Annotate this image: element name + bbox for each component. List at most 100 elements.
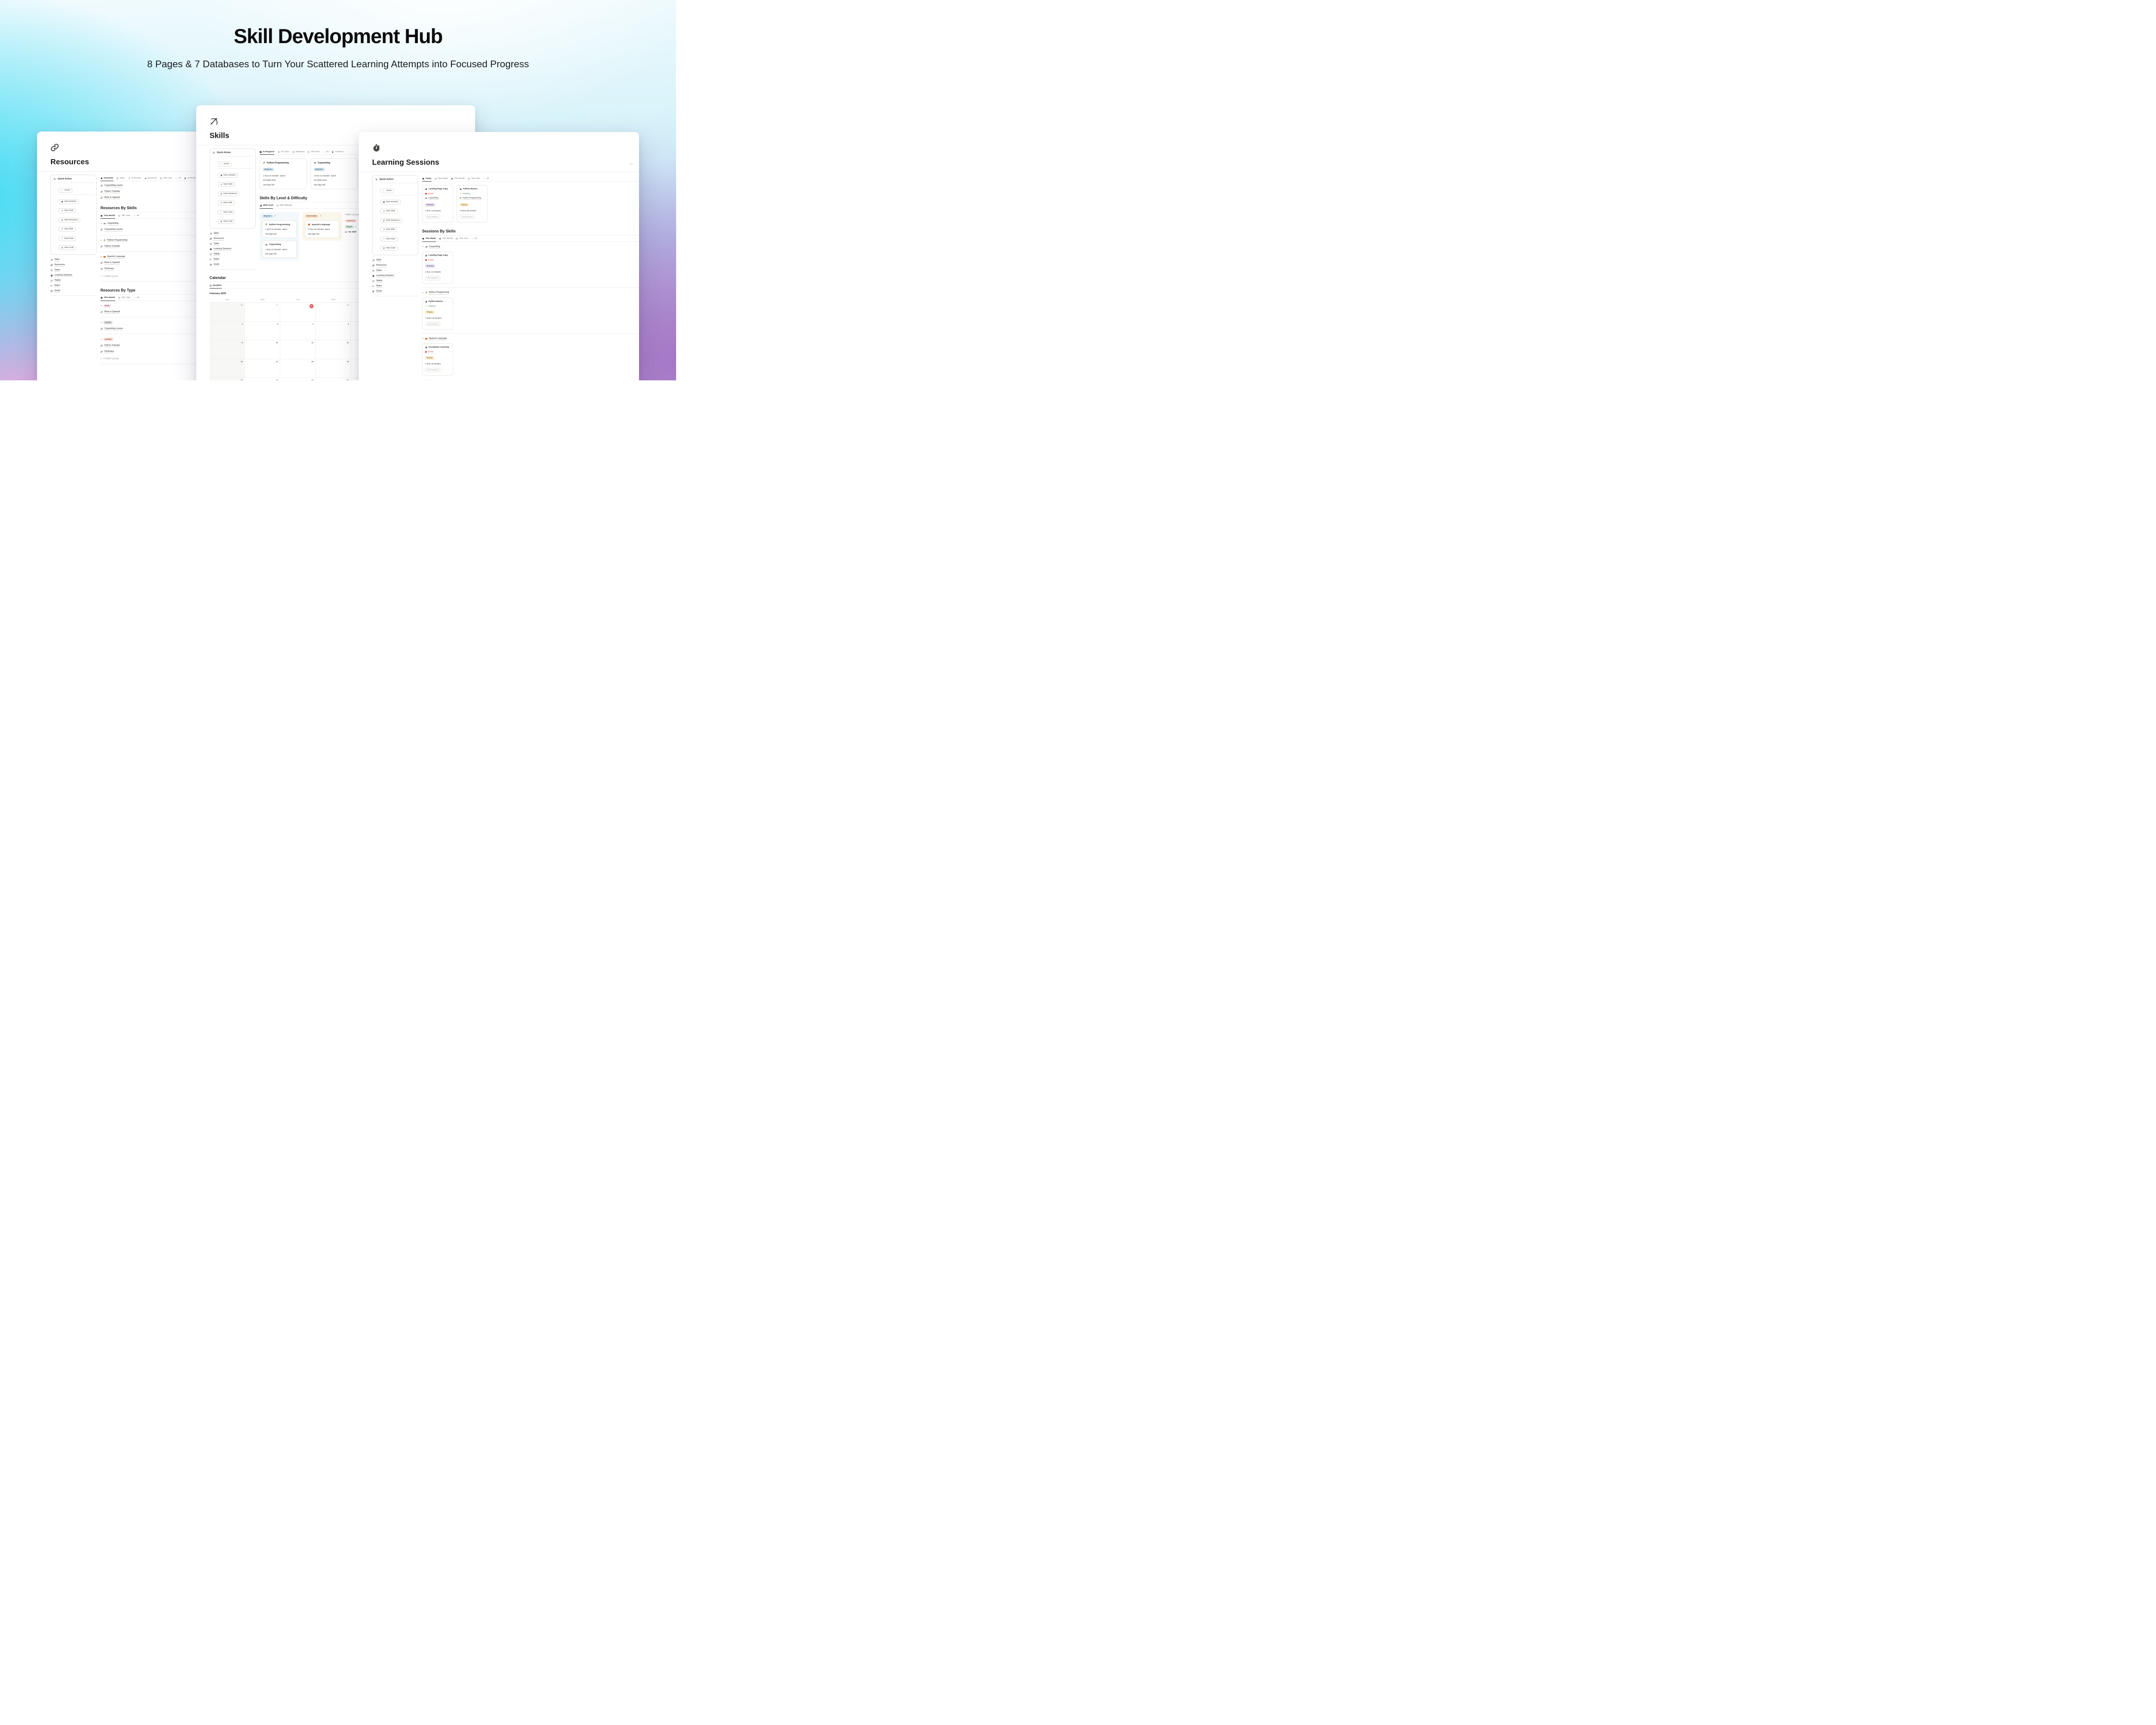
tab-to-learn[interactable]: To Learn (278, 151, 289, 155)
sidebar-item-tasks[interactable]: Tasks (210, 242, 256, 246)
minus-icon[interactable] (630, 160, 633, 164)
calendar-cell[interactable]: 17 (245, 359, 280, 378)
end-session-button[interactable]: End Session (425, 367, 441, 372)
group-header-python[interactable]: Python Programming (422, 291, 639, 295)
calendar-cell[interactable]: 4 (280, 321, 316, 341)
end-session-button[interactable]: End Session (425, 214, 441, 219)
tab-skill-level[interactable]: Skill Level (260, 204, 273, 209)
session-card-vocabulary[interactable]: Vocabulary Learning Ended Theory 1 hour … (422, 343, 453, 376)
tab-this-year[interactable]: This Year (160, 177, 172, 182)
sidebar-item-tasks[interactable]: Tasks (50, 269, 97, 272)
sidebar-item-skills[interactable]: Skills (210, 232, 256, 235)
new-skill-button[interactable]: New Skill (59, 227, 75, 232)
end-session-button[interactable]: End Session (460, 214, 475, 219)
tab-this-month[interactable]: This Month (439, 238, 453, 242)
sidebar-item-tasks[interactable]: Tasks (372, 269, 418, 273)
sidebar-item-learning-sessions[interactable]: Learning Sessions (210, 248, 256, 251)
new-note-button[interactable]: New Note (59, 236, 76, 241)
session-card-landing-page[interactable]: Landing Page Copy Ended Copywriting Prac… (422, 185, 453, 223)
sidebar-item-habits[interactable]: Habits (372, 279, 418, 283)
calendar-cell[interactable]: 12 (316, 340, 351, 359)
new-task-button[interactable]: New Task (59, 208, 76, 213)
tab-this-week[interactable]: This Week (435, 177, 448, 182)
new-session-button[interactable]: New Session (218, 172, 238, 178)
calendar-cell[interactable]: 3 (245, 321, 280, 341)
skill-card-spanish[interactable]: Spanish Language 1 hour 15 minutes spent … (305, 220, 339, 238)
calendar-cell[interactable]: 25 (280, 378, 316, 380)
new-note-button[interactable]: New Note (218, 210, 235, 215)
skill-card-python[interactable]: Python Programming 1 hour 24 minutes spen… (262, 220, 297, 238)
sidebar-item-goals[interactable]: Goals (210, 263, 256, 267)
tab-skill-difficulty[interactable]: Skill Difficulty (276, 204, 292, 209)
new-resource-button[interactable]: New Resource (218, 191, 240, 196)
skill-card-copywriting[interactable]: Copywriting Beginner 1 hour 13 minutes sp… (310, 158, 358, 189)
tab-this-year[interactable]: This Year (307, 151, 320, 155)
tab-in-progress[interactable]: In Progress (260, 151, 275, 155)
skill-link[interactable]: Copywriting (425, 197, 450, 200)
tab-all[interactable]: All (133, 297, 139, 301)
hidden-group-master[interactable]: Master 0 (345, 225, 356, 229)
home-button[interactable]: Home (59, 188, 72, 193)
end-session-button[interactable]: End Session (425, 276, 441, 280)
tab-favourite[interactable]: Favourite (100, 177, 113, 181)
tab-to-review[interactable]: To Review (128, 177, 141, 182)
calendar-cell[interactable]: 18 (280, 359, 316, 378)
calendar-cell[interactable]: 16 (210, 359, 245, 378)
sidebar-item-skills[interactable]: Skills (372, 259, 418, 262)
session-card-landing-page[interactable]: Landing Page Copy Ended Practice 1 hour … (422, 251, 453, 284)
new-goal-button[interactable]: New Goal (380, 246, 398, 251)
calendar-cell[interactable]: 23 (210, 378, 245, 380)
calendar-cell[interactable]: 10 (245, 340, 280, 359)
sidebar-item-habits[interactable]: Habits (210, 253, 256, 256)
tab-all[interactable]: All (323, 151, 329, 155)
calendar-cell[interactable]: 9 (210, 340, 245, 359)
sidebar-item-goals[interactable]: Goals (372, 290, 418, 293)
sidebar-item-skills[interactable]: Skills (50, 258, 97, 262)
tab-this-month[interactable]: This Month (100, 214, 115, 219)
new-goal-button[interactable]: New Goal (59, 245, 76, 251)
sidebar-item-resources[interactable]: Resources (372, 264, 418, 267)
calendar-cell[interactable]: 29 (316, 303, 351, 322)
skill-link[interactable]: Python Programming (460, 197, 485, 200)
tab-this-month[interactable]: This Month (100, 297, 115, 301)
end-session-button[interactable]: End Session (425, 322, 441, 326)
calendar-cell[interactable]: 5 (316, 321, 351, 341)
sidebar-item-resources[interactable]: Resources (210, 237, 256, 241)
sidebar-item-notes[interactable]: Notes (210, 258, 256, 261)
tab-this-year[interactable]: This Year (118, 214, 130, 219)
calendar-cell[interactable]: 11 (280, 340, 316, 359)
new-goal-button[interactable]: New Goal (218, 219, 235, 224)
new-session-button[interactable]: New Session (59, 199, 79, 204)
tab-this-year[interactable]: This Year (456, 238, 468, 242)
new-note-button[interactable]: New Note (380, 236, 398, 242)
sidebar-item-learning-sessions[interactable]: Learning Sessions (50, 274, 97, 277)
tab-all[interactable]: All (471, 238, 477, 242)
calendar-cell[interactable]: 26 (316, 378, 351, 380)
tab-this-year[interactable]: This Year (118, 297, 130, 301)
new-session-button[interactable]: New Session (380, 199, 401, 204)
tab-mastered[interactable]: Mastered (292, 151, 304, 155)
tab-reviewed[interactable]: Reviewed (144, 177, 157, 182)
new-task-button[interactable]: New Task (380, 209, 398, 214)
sidebar-item-notes[interactable]: Notes (50, 284, 97, 288)
tab-this-week[interactable]: This Week (422, 238, 436, 242)
tab-all[interactable]: All (483, 178, 489, 182)
new-resource-button[interactable]: New Resource (380, 218, 402, 223)
hidden-group-no-skill[interactable]: No Skill (345, 231, 356, 233)
new-resource-button[interactable]: New Resource (59, 217, 81, 223)
sidebar-item-learning-sessions[interactable]: Learning Sessions (372, 274, 418, 278)
calendar-cell[interactable]: 19 (316, 359, 351, 378)
group-header-spanish[interactable]: Spanish Language (422, 337, 639, 340)
skill-card-copywriting[interactable]: Copywriting 1 hour 13 minutes spent 184 d… (262, 240, 297, 258)
new-skill-button[interactable]: New Skill (380, 227, 397, 232)
tab-today[interactable]: Today (422, 177, 432, 182)
calendar-cell-today[interactable]: 28 (280, 303, 316, 322)
skill-card-python[interactable]: Python Programming Beginner 1 hour 24 mi… (260, 158, 307, 189)
calendar-cell[interactable]: 27 (245, 303, 280, 322)
sidebar-item-habits[interactable]: Habits (50, 279, 97, 282)
calendar-cell[interactable]: 26 (210, 303, 245, 322)
new-task-button[interactable]: New Task (218, 182, 235, 187)
tab-archived[interactable]: Archived (184, 177, 195, 182)
tab-all[interactable]: All (133, 215, 139, 219)
tab-this-month[interactable]: This Month (451, 177, 465, 182)
